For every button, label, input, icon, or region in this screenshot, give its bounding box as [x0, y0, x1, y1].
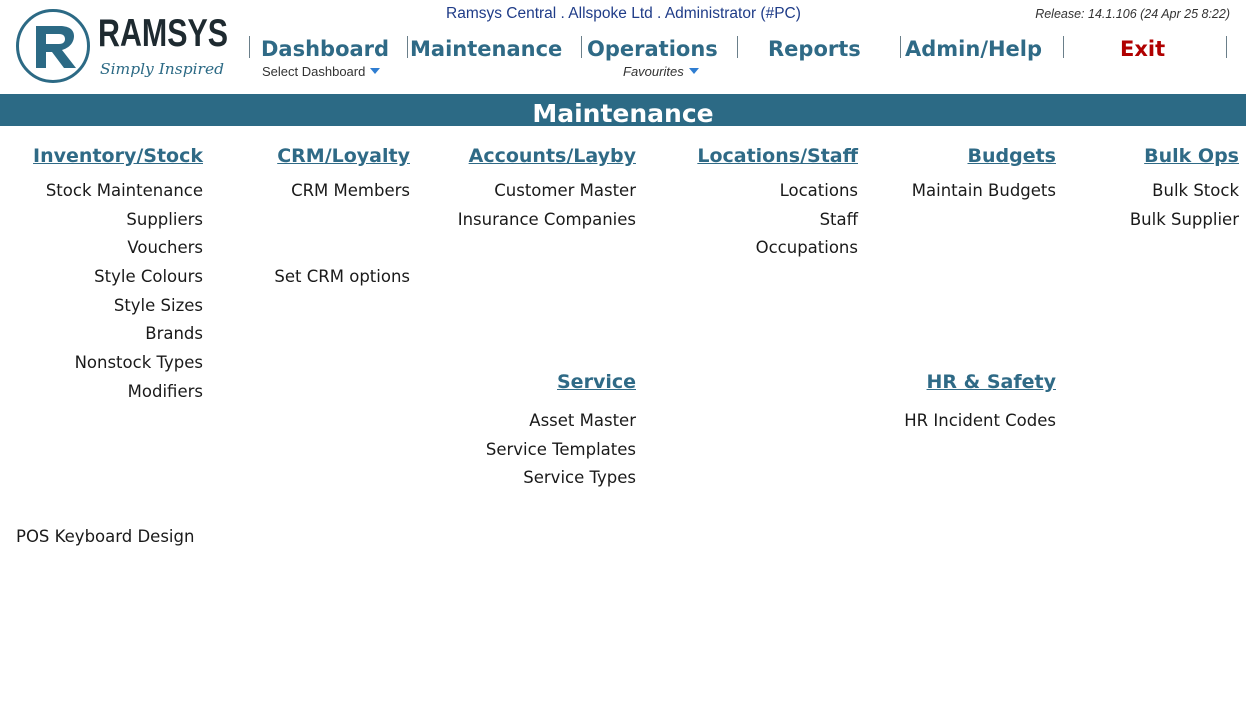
link-service-types[interactable]: Service Types [486, 464, 636, 493]
section-title-hr-safety[interactable]: HR & Safety [904, 367, 1056, 397]
link-service-templates[interactable]: Service Templates [486, 436, 636, 465]
section-title-inventory[interactable]: Inventory/Stock [33, 141, 203, 171]
nav-separator [407, 36, 408, 58]
link-style-sizes[interactable]: Style Sizes [33, 292, 203, 321]
section-title-crm[interactable]: CRM/Loyalty [274, 141, 410, 171]
link-style-colours[interactable]: Style Colours [33, 263, 203, 292]
link-bulk-supplier[interactable]: Bulk Supplier [1130, 206, 1239, 235]
section-bulk-ops: Bulk Ops Bulk Stock Bulk Supplier [1130, 141, 1239, 234]
nav-separator [1063, 36, 1064, 58]
section-title-budgets[interactable]: Budgets [912, 141, 1057, 171]
chevron-down-icon [688, 68, 699, 74]
section-budgets: Budgets Maintain Budgets [912, 141, 1056, 206]
section-title-accounts[interactable]: Accounts/Layby [458, 141, 636, 171]
link-hr-incident-codes[interactable]: HR Incident Codes [904, 407, 1056, 436]
select-dashboard-dropdown[interactable]: Select Dashboard [262, 64, 381, 79]
section-service: Service Asset Master Service Templates S… [486, 367, 636, 493]
chevron-down-icon [370, 68, 381, 74]
link-nonstock-types[interactable]: Nonstock Types [33, 349, 203, 378]
nav-separator [249, 36, 250, 58]
link-bulk-stock[interactable]: Bulk Stock [1130, 177, 1239, 206]
link-crm-members[interactable]: CRM Members [274, 177, 410, 206]
link-pos-keyboard-design[interactable]: POS Keyboard Design [16, 527, 194, 546]
nav-separator [737, 36, 738, 58]
nav-dashboard[interactable]: Dashboard [261, 33, 389, 65]
link-locations[interactable]: Locations [697, 177, 858, 206]
nav-separator [1226, 36, 1227, 58]
section-title-bulk-ops[interactable]: Bulk Ops [1130, 141, 1239, 171]
nav-reports[interactable]: Reports [768, 33, 861, 65]
nav-admin-help[interactable]: Admin/Help [905, 33, 1042, 65]
ramsys-logo: RAMSYS Simply Inspired [16, 8, 231, 84]
nav-separator [900, 36, 901, 58]
select-dashboard-label: Select Dashboard [262, 64, 366, 79]
section-locations: Locations/Staff Locations Staff Occupati… [697, 141, 858, 263]
link-insurance-companies[interactable]: Insurance Companies [458, 206, 636, 235]
link-suppliers[interactable]: Suppliers [33, 206, 203, 235]
section-accounts: Accounts/Layby Customer Master Insurance… [458, 141, 636, 234]
link-staff[interactable]: Staff [697, 206, 858, 235]
link-stock-maintenance[interactable]: Stock Maintenance [33, 177, 203, 206]
link-occupations[interactable]: Occupations [697, 234, 858, 263]
link-brands[interactable]: Brands [33, 320, 203, 349]
nav-operations[interactable]: Operations [587, 33, 718, 65]
section-title-service[interactable]: Service [486, 367, 636, 397]
session-info: Ramsys Central . Allspoke Ltd . Administ… [446, 5, 801, 22]
section-hr-safety: HR & Safety HR Incident Codes [904, 367, 1056, 436]
nav-maintenance[interactable]: Maintenance [410, 33, 562, 65]
link-asset-master[interactable]: Asset Master [486, 407, 636, 436]
brand-name: RAMSYS [98, 12, 228, 55]
release-info: Release: 14.1.106 (24 Apr 25 8:22) [1035, 7, 1230, 21]
nav-separator [581, 36, 582, 58]
favourites-label: Favourites [623, 64, 684, 79]
link-customer-master[interactable]: Customer Master [458, 177, 636, 206]
section-crm: CRM/Loyalty CRM Members Set CRM options [274, 141, 410, 292]
favourites-dropdown[interactable]: Favourites [623, 64, 699, 79]
link-vouchers[interactable]: Vouchers [33, 234, 203, 263]
nav-exit[interactable]: Exit [1120, 33, 1165, 65]
section-inventory: Inventory/Stock Stock Maintenance Suppli… [33, 141, 203, 407]
link-set-crm-options[interactable]: Set CRM options [274, 263, 410, 292]
link-modifiers[interactable]: Modifiers [33, 378, 203, 407]
link-maintain-budgets[interactable]: Maintain Budgets [912, 177, 1056, 206]
brand-tagline: Simply Inspired [100, 60, 224, 78]
page-title: Maintenance [0, 94, 1246, 128]
section-title-locations[interactable]: Locations/Staff [697, 141, 858, 171]
